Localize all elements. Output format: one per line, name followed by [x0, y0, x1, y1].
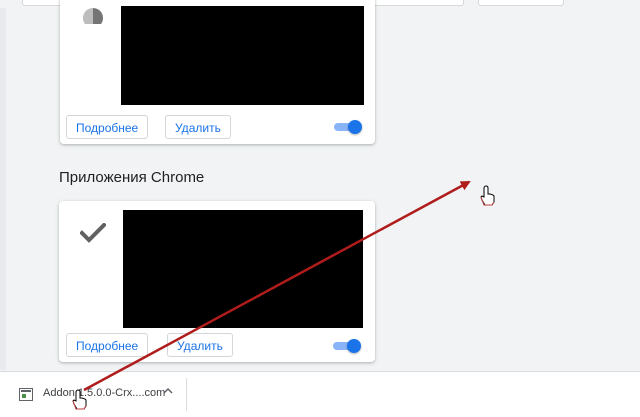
details-button[interactable]: Подробнее: [66, 333, 149, 357]
remove-button[interactable]: Удалить: [165, 115, 231, 139]
remove-button[interactable]: Удалить: [167, 333, 233, 357]
download-file-name[interactable]: Addon 1.5.0.0-Crx....com: [43, 387, 165, 399]
chevron-up-icon[interactable]: [162, 385, 174, 397]
pie-chart-icon: [83, 8, 103, 24]
extension-thumbnail: [121, 6, 364, 105]
hand-pointer-icon: [480, 185, 495, 206]
details-button[interactable]: Подробнее: [66, 115, 149, 139]
app-card: Подробнее Удалить: [59, 201, 375, 362]
section-title: Приложения Chrome: [59, 169, 205, 186]
app-thumbnail: [123, 210, 363, 328]
enable-toggle[interactable]: [333, 339, 361, 353]
extension-card: Подробнее Удалить: [60, 0, 375, 144]
download-bar: Addon 1.5.0.0-Crx....com: [0, 371, 640, 417]
window-edge: [0, 0, 6, 370]
file-icon: [19, 388, 33, 401]
divider: [186, 378, 187, 411]
checkmark-icon: [80, 223, 106, 243]
toolbar-button[interactable]: [478, 0, 564, 6]
enable-toggle[interactable]: [334, 120, 362, 134]
